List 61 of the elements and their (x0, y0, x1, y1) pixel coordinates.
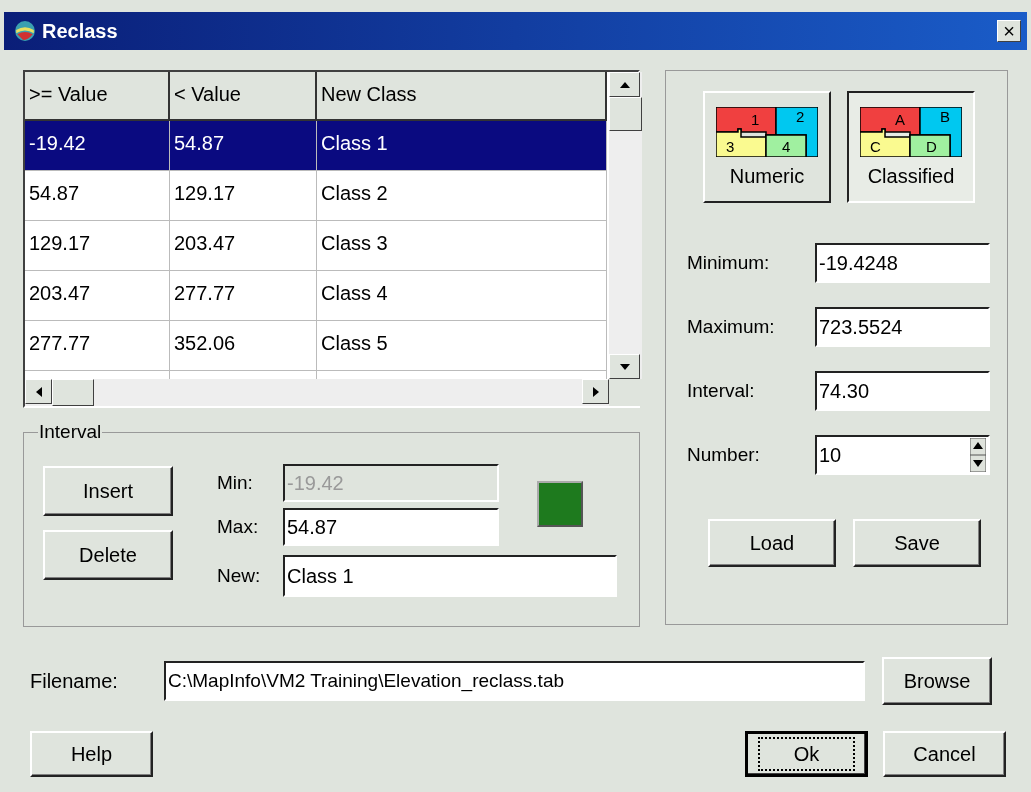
scrollbar-corner (609, 379, 642, 406)
column-header[interactable]: New Class (317, 72, 607, 121)
column-header[interactable]: >= Value (25, 72, 170, 121)
table-cell[interactable]: Class 2 (317, 171, 607, 221)
window-title: Reclass (42, 19, 119, 43)
file-button[interactable]: Save (853, 519, 981, 567)
field-label: New: (217, 565, 262, 587)
scroll-right-button[interactable] (582, 379, 609, 404)
interval-button[interactable]: Delete (43, 530, 173, 580)
dialog-button[interactable]: Ok (745, 731, 868, 777)
interval-button[interactable]: Insert (43, 466, 173, 516)
table-cell[interactable]: Class 5 (317, 321, 607, 371)
browse-button[interactable]: Browse (882, 657, 992, 705)
close-button[interactable]: × (997, 20, 1021, 42)
spin-arrows-icon (970, 438, 986, 472)
table-cell[interactable]: 54.87 (25, 171, 170, 221)
scroll-down-button[interactable] (609, 354, 640, 379)
field-label: Min: (217, 472, 254, 494)
table-cell[interactable]: 352.06 (170, 321, 317, 371)
input-field[interactable]: 74.30 (815, 371, 990, 411)
input-field[interactable]: Class 1 (283, 555, 617, 597)
file-button[interactable]: Load (708, 519, 836, 567)
field-label: Maximum: (687, 316, 776, 338)
field-label: Interval: (687, 380, 756, 402)
table-cell[interactable]: Class 1 (317, 121, 607, 171)
table-cell[interactable]: 277.77 (25, 321, 170, 371)
table-cell[interactable]: Class 3 (317, 221, 607, 271)
input-field[interactable]: 54.87 (283, 508, 499, 546)
dialog-button[interactable]: Help (30, 731, 153, 777)
color-swatch[interactable] (537, 481, 583, 527)
spinner-field[interactable]: 10 (815, 435, 990, 475)
table-cell[interactable]: 129.17 (170, 171, 317, 221)
table-cell[interactable]: 203.47 (25, 271, 170, 321)
scroll-up-button[interactable] (609, 72, 640, 97)
table-cell[interactable]: Class 4 (317, 271, 607, 321)
table-cell[interactable]: 129.17 (25, 221, 170, 271)
mode-button[interactable]: 1 2 3 4 Numeric (703, 91, 831, 203)
dialog-button[interactable]: Cancel (883, 731, 1006, 777)
vertical-scrollbar[interactable] (609, 72, 642, 379)
scroll-thumb[interactable] (52, 379, 94, 406)
column-header[interactable]: < Value (170, 72, 317, 121)
field-label: Max: (217, 516, 260, 538)
up-arrow-icon (619, 81, 630, 88)
down-arrow-icon (619, 363, 630, 370)
field-label: Filename: (29, 669, 119, 693)
table-cell[interactable]: 54.87 (170, 121, 317, 171)
field-label: Minimum: (687, 252, 771, 274)
left-arrow-icon (35, 386, 42, 397)
globe-icon (14, 20, 36, 42)
mode-button[interactable]: A B C D Classified (847, 91, 975, 203)
table-cell[interactable]: 203.47 (170, 221, 317, 271)
input-field[interactable]: -19.4248 (815, 243, 990, 283)
right-arrow-icon (592, 386, 599, 397)
scroll-left-button[interactable] (25, 379, 52, 404)
input-field[interactable]: 723.5524 (815, 307, 990, 347)
scroll-thumb[interactable] (609, 97, 642, 131)
table-cell[interactable]: -19.42 (25, 121, 170, 171)
filename-field[interactable]: C:\MapInfo\VM2 Training\Elevation_reclass.tab (164, 661, 865, 701)
horizontal-scrollbar[interactable] (25, 379, 609, 406)
field-label: Number: (687, 444, 761, 466)
table-cell[interactable]: 277.77 (170, 271, 317, 321)
